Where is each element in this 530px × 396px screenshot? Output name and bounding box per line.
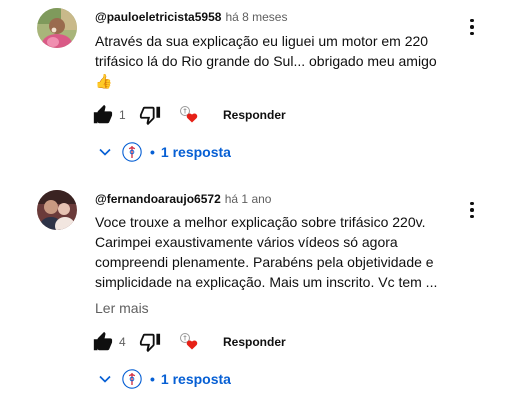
- author-name[interactable]: @fernandoaraujo6572: [95, 192, 221, 206]
- comment-timestamp[interactable]: há 1 ano: [225, 192, 272, 206]
- like-button[interactable]: [92, 103, 114, 127]
- thumbs-up-filled-icon: [93, 104, 113, 124]
- comment-action-bar: 1 Responder: [92, 103, 392, 127]
- avatar[interactable]: [37, 190, 77, 230]
- creator-heart-icon: [180, 106, 198, 123]
- comment-text-line: simplicidade na explicação. Mais um insc…: [95, 274, 438, 290]
- replies-count-label[interactable]: 1 resposta: [161, 144, 231, 160]
- comment-menu-button[interactable]: [462, 14, 482, 40]
- comment-text-line: Através da sua explicação eu liguei um m…: [95, 33, 429, 49]
- creator-avatar-icon: [122, 142, 142, 162]
- replies-count-label[interactable]: 1 resposta: [161, 371, 231, 387]
- avatar-photo: [37, 8, 77, 48]
- comment-timestamp[interactable]: há 8 meses: [225, 10, 287, 24]
- avatar-photo: [37, 190, 77, 230]
- thumbs-down-outline-icon: [139, 333, 161, 353]
- view-replies-button[interactable]: • 1 resposta: [95, 367, 231, 391]
- comment-text-line: compreendi plenamente. Parabéns pela obj…: [95, 254, 434, 270]
- avatar[interactable]: [37, 8, 77, 48]
- separator-dot: •: [150, 371, 155, 387]
- thumbs-up-emoji: 👍: [95, 73, 113, 89]
- author-name[interactable]: @pauloeletricista5958: [95, 10, 221, 24]
- more-vert-icon: [470, 18, 474, 23]
- creator-heart-icon: [180, 333, 198, 350]
- thumbs-down-outline-icon: [139, 106, 161, 126]
- comment-text-line: Carimpei exaustivamente vários vídeos só…: [95, 234, 398, 250]
- chevron-down-icon: [99, 375, 111, 383]
- comment-header: @pauloeletricista5958 há 8 meses: [95, 9, 287, 25]
- comment-text: Através da sua explicação eu liguei um m…: [95, 31, 455, 91]
- dislike-button[interactable]: [139, 330, 161, 354]
- comment-text: Voce trouxe a melhor explicação sobre tr…: [95, 212, 455, 292]
- separator-dot: •: [150, 144, 155, 160]
- reply-button[interactable]: Responder: [223, 332, 286, 352]
- chevron-down-icon: [99, 148, 111, 156]
- like-button[interactable]: [92, 330, 114, 354]
- view-replies-button[interactable]: • 1 resposta: [95, 140, 231, 164]
- comment-text-line: trifásico lá do Rio grande do Sul... obr…: [95, 53, 437, 69]
- creator-heart: [178, 103, 202, 127]
- comment-menu-button[interactable]: [462, 197, 482, 223]
- comment-header: @fernandoaraujo6572 há 1 ano: [95, 191, 271, 207]
- thumbs-up-filled-icon: [93, 331, 113, 351]
- creator-avatar-icon: [122, 369, 142, 389]
- comment-text-line: Voce trouxe a melhor explicação sobre tr…: [95, 214, 426, 230]
- comment-action-bar: 4 Responder: [92, 330, 392, 354]
- read-more-button[interactable]: Ler mais: [95, 298, 149, 318]
- like-count: 1: [119, 108, 126, 122]
- like-count: 4: [119, 335, 126, 349]
- creator-heart: [178, 330, 202, 354]
- dislike-button[interactable]: [139, 103, 161, 127]
- more-vert-icon: [470, 201, 474, 206]
- reply-button[interactable]: Responder: [223, 105, 286, 125]
